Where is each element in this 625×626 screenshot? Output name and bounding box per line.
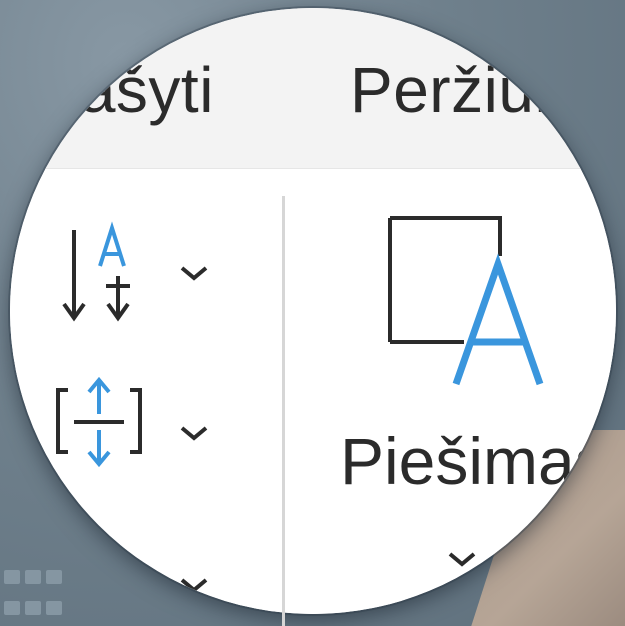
drawing-button-label[interactable]: Piešimas — [340, 428, 608, 494]
ribbon-group-separator — [282, 196, 285, 626]
magnifier-lens: rašyti Peržiūr Piešimas — [10, 8, 616, 614]
third-option-chevron-down-icon[interactable] — [174, 570, 214, 600]
ribbon-tab-bar: rašyti Peržiūr — [10, 8, 616, 169]
tab-perziura[interactable]: Peržiūr — [350, 58, 556, 122]
align-text-icon[interactable] — [54, 376, 150, 470]
tab-rasyti[interactable]: rašyti — [58, 58, 214, 122]
text-direction-chevron-down-icon[interactable] — [174, 258, 214, 288]
drawing-chevron-down-icon[interactable] — [442, 544, 482, 574]
text-direction-icon[interactable] — [60, 220, 140, 330]
drawing-canvas-icon[interactable] — [384, 212, 554, 392]
align-text-chevron-down-icon[interactable] — [174, 418, 214, 448]
